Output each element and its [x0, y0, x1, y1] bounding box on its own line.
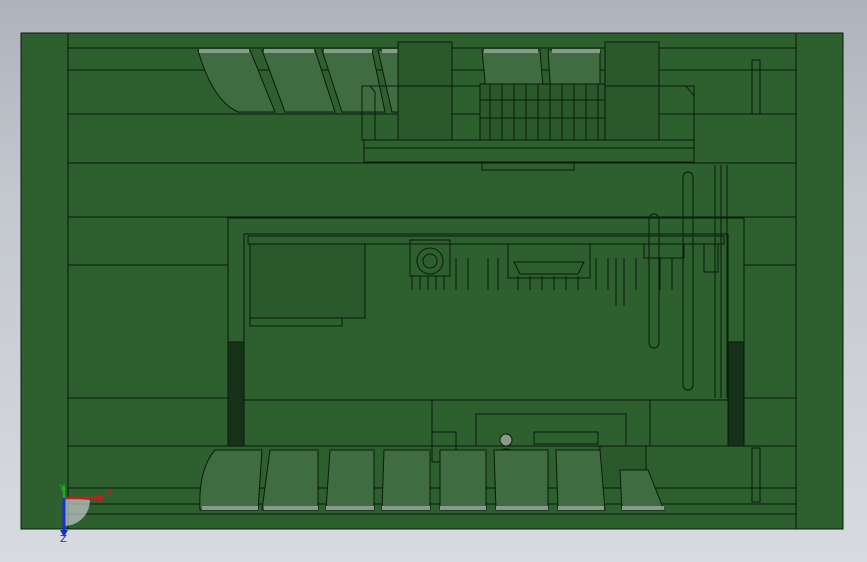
z-axis-label: Z — [60, 534, 67, 542]
coordinate-triad: X Y Z — [58, 483, 113, 542]
model-view — [20, 32, 844, 530]
cavity-shadow-left — [227, 341, 245, 447]
cad-viewport[interactable]: X Y Z — [0, 0, 867, 562]
ribbed-cable-connector — [479, 83, 606, 141]
triad-arc — [64, 498, 90, 526]
x-axis-label: X — [106, 488, 113, 499]
chip-module — [249, 243, 366, 319]
y-axis-label: Y — [58, 483, 66, 494]
cavity-shadow-right — [727, 341, 745, 447]
